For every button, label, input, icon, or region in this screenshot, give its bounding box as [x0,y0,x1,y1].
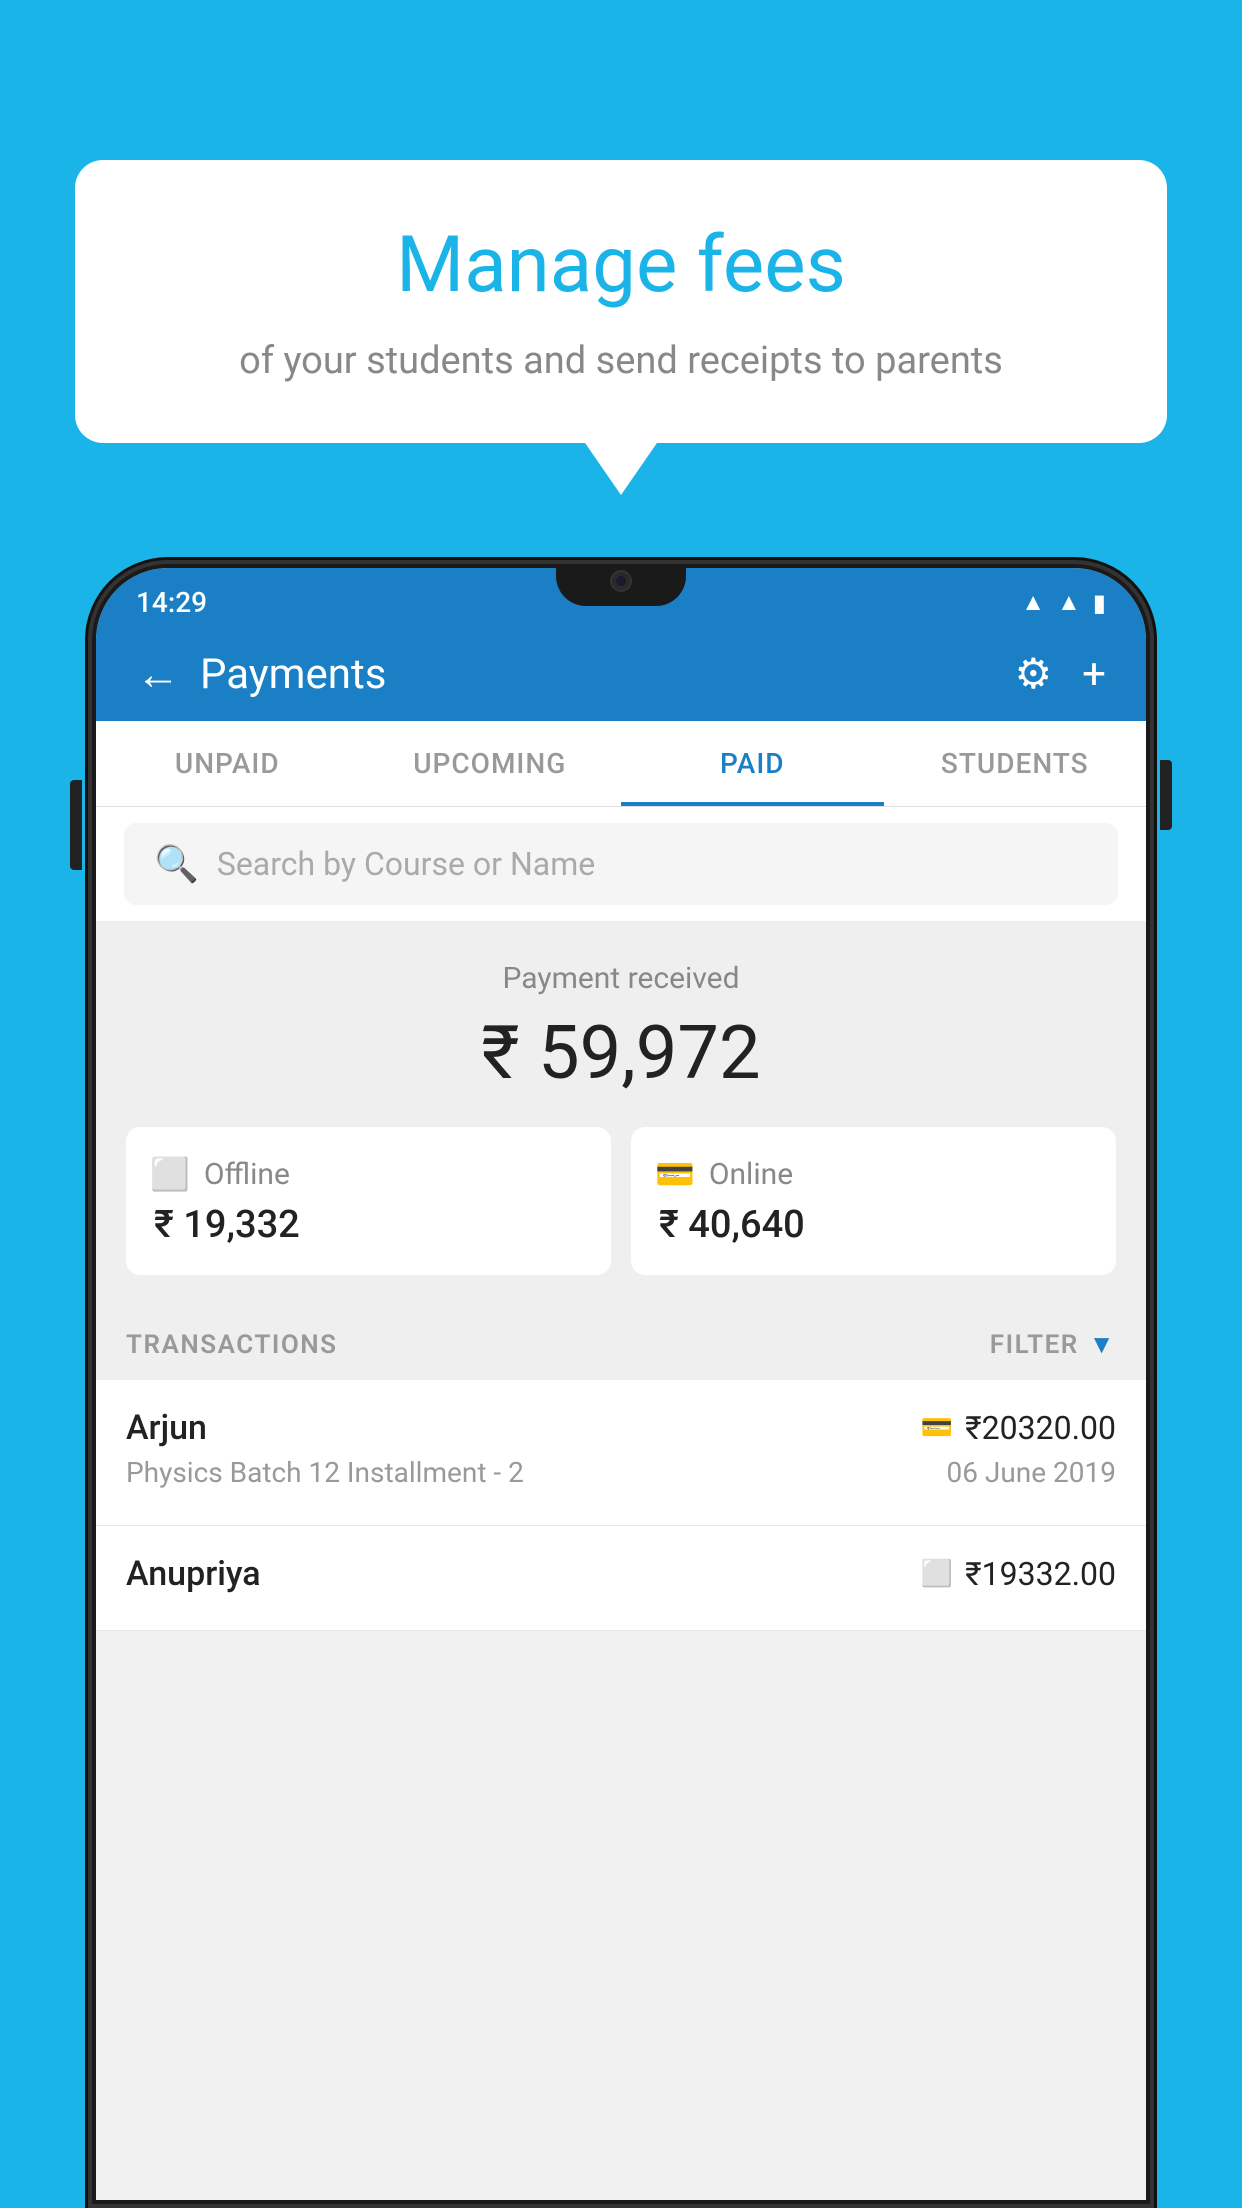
back-button[interactable]: ← [136,652,180,696]
tab-upcoming[interactable]: UPCOMING [359,721,622,806]
app-bar-left: ← Payments [136,650,386,699]
transactions-label: TRANSACTIONS [126,1330,338,1360]
transaction-name: Anupriya [126,1554,261,1594]
bubble-subtitle: of your students and send receipts to pa… [125,335,1117,388]
online-icon: 💳 [655,1155,695,1193]
app-bar: ← Payments ⚙ + [96,629,1146,721]
tab-students[interactable]: STUDENTS [884,721,1147,806]
settings-icon[interactable]: ⚙ [1015,649,1053,699]
tab-paid[interactable]: PAID [621,721,884,806]
transactions-header: TRANSACTIONS FILTER ▼ [96,1305,1146,1380]
offline-card-header: ⬜ Offline [150,1155,587,1193]
transaction-amount-wrap: ⬜ ₹19332.00 [921,1555,1116,1593]
table-row[interactable]: Anupriya ⬜ ₹19332.00 [96,1526,1146,1631]
payment-received-section: Payment received ₹ 59,972 ⬜ Offline ₹ 19… [96,921,1146,1305]
online-label: Online [709,1157,793,1192]
transaction-amount: ₹19332.00 [965,1555,1116,1593]
online-card: 💳 Online ₹ 40,640 [631,1127,1116,1275]
transaction-date: 06 June 2019 [946,1456,1116,1489]
phone-volume-button [70,780,82,870]
payment-total: ₹ 59,972 [126,1010,1116,1097]
app-bar-actions: ⚙ + [1015,649,1107,699]
app-bar-title: Payments [200,650,386,699]
bubble-title: Manage fees [125,220,1117,311]
offline-label: Offline [204,1157,290,1192]
transaction-row-top: Arjun 💳 ₹20320.00 [126,1408,1116,1448]
add-button[interactable]: + [1082,650,1106,699]
transaction-detail: Physics Batch 12 Installment - 2 [126,1456,524,1489]
search-input[interactable]: Search by Course or Name [217,845,595,883]
battery-icon: ▮ [1093,589,1106,617]
transaction-amount: ₹20320.00 [965,1409,1116,1447]
status-icons: ▲ ▲ ▮ [1021,588,1106,617]
online-amount: ₹ 40,640 [659,1203,1092,1247]
offline-icon: ⬜ [150,1155,190,1193]
transaction-amount-wrap: 💳 ₹20320.00 [921,1409,1116,1447]
phone-camera [610,570,632,592]
payment-label: Payment received [126,961,1116,996]
table-row[interactable]: Arjun 💳 ₹20320.00 Physics Batch 12 Insta… [96,1380,1146,1526]
filter-icon: ▼ [1089,1329,1116,1360]
signal-icon: ▲ [1057,588,1081,617]
tabs-container: UNPAID UPCOMING PAID STUDENTS [96,721,1146,807]
offline-amount: ₹ 19,332 [154,1203,587,1247]
phone-screen: 14:29 ▲ ▲ ▮ ← Payments ⚙ + UNPAID UPCOMI… [96,568,1146,2200]
payment-cards: ⬜ Offline ₹ 19,332 💳 Online ₹ 40,640 [126,1127,1116,1275]
transaction-row-bottom: Physics Batch 12 Installment - 2 06 June… [126,1456,1116,1489]
cash-payment-icon: ⬜ [921,1559,953,1589]
online-card-header: 💳 Online [655,1155,1092,1193]
search-icon: 🔍 [154,843,199,885]
transaction-row-top: Anupriya ⬜ ₹19332.00 [126,1554,1116,1594]
transaction-name: Arjun [126,1408,207,1448]
filter-button[interactable]: FILTER ▼ [990,1329,1116,1360]
status-time: 14:29 [136,586,207,619]
card-payment-icon: 💳 [921,1413,953,1443]
offline-card: ⬜ Offline ₹ 19,332 [126,1127,611,1275]
filter-label: FILTER [990,1330,1079,1360]
phone-frame: 14:29 ▲ ▲ ▮ ← Payments ⚙ + UNPAID UPCOMI… [88,560,1154,2208]
speech-bubble: Manage fees of your students and send re… [75,160,1167,443]
search-container: 🔍 Search by Course or Name [96,807,1146,921]
wifi-icon: ▲ [1021,588,1045,617]
search-bar[interactable]: 🔍 Search by Course or Name [124,823,1118,905]
phone-power-button [1160,760,1172,830]
tab-unpaid[interactable]: UNPAID [96,721,359,806]
